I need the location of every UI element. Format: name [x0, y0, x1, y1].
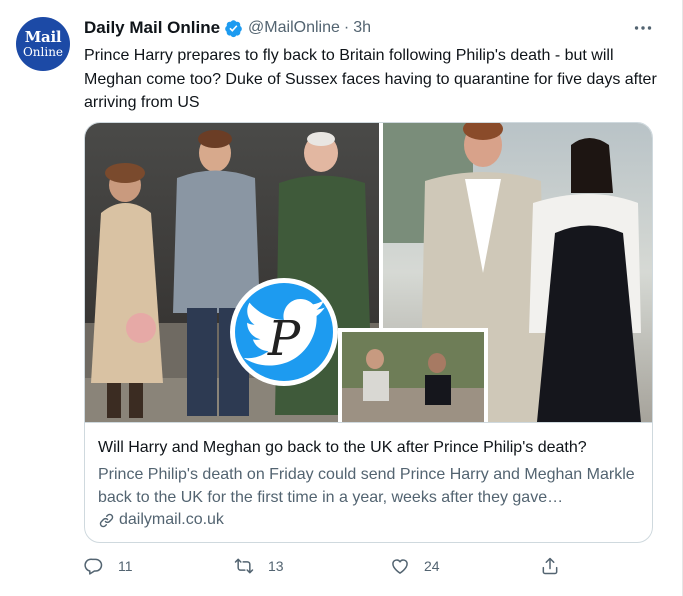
link-icon: [99, 513, 114, 527]
separator-dot: ·: [343, 19, 350, 36]
heart-icon: [392, 559, 408, 574]
card-description: Prince Philip's death on Friday could se…: [98, 466, 635, 506]
verified-badge-icon: [225, 19, 242, 37]
card-title[interactable]: Will Harry and Meghan go back to the UK …: [98, 439, 587, 457]
like-count: 24: [424, 558, 440, 574]
reply-button[interactable]: 11: [84, 556, 133, 576]
avatar-logo-line1: Mail: [24, 28, 62, 46]
retweet-icon: [234, 558, 254, 574]
more-options-icon[interactable]: [634, 18, 652, 34]
reply-icon: [84, 558, 103, 575]
card-domain[interactable]: dailymail.co.uk: [98, 511, 224, 529]
card-image: P: [85, 123, 652, 422]
retweet-button[interactable]: 13: [234, 556, 284, 576]
tweet-text: Prince Harry prepares to fly back to Bri…: [84, 47, 657, 111]
avatar-logo-line2: Online: [22, 45, 64, 59]
account-handle[interactable]: @MailOnline: [248, 19, 340, 37]
tweet-timestamp[interactable]: 3h: [353, 19, 371, 37]
card-domain-text[interactable]: dailymail.co.uk: [119, 511, 224, 529]
account-name[interactable]: Daily Mail Online: [84, 18, 220, 38]
share-icon: [542, 557, 558, 575]
tweet-header: Daily Mail Online @MailOnline · 3h: [84, 17, 371, 39]
card-text-area[interactable]: Will Harry and Meghan go back to the UK …: [85, 422, 652, 542]
retweet-count: 13: [268, 558, 284, 574]
tweet-actions: 11 13 24: [84, 556, 584, 580]
link-preview-card[interactable]: P Will Harry and Meghan go back to the U…: [84, 122, 653, 543]
avatar[interactable]: Mail Online: [16, 17, 70, 71]
reply-count: 11: [118, 558, 133, 574]
tweet[interactable]: Mail Online Daily Mail Online @MailOnlin…: [0, 0, 683, 596]
share-button[interactable]: [540, 556, 560, 576]
watermark-letter: P: [267, 311, 301, 367]
like-button[interactable]: 24: [390, 556, 440, 576]
